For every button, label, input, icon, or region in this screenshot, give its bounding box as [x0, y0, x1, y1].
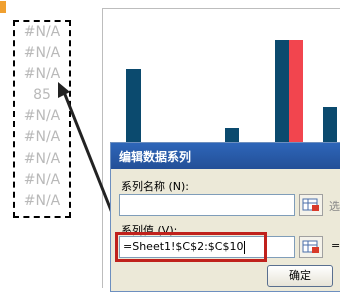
- series-name-label: 系列名称 (N):: [121, 180, 190, 193]
- series-name-preview: 选: [329, 200, 340, 213]
- series-name-range-picker[interactable]: [299, 194, 323, 216]
- copy-marquee: [13, 20, 71, 218]
- series-values-range-picker[interactable]: [299, 236, 323, 258]
- cell-edge-marker: [0, 1, 6, 13]
- dialog-titlebar[interactable]: 编辑数据系列: [111, 143, 340, 169]
- dialog-body: 系列名称 (N): 选 系列值 (V): =Sheet1!$C$2:$C$10 …: [111, 169, 340, 291]
- dialog-title: 编辑数据系列: [119, 150, 192, 164]
- edit-series-dialog[interactable]: 编辑数据系列 系列名称 (N): 选 系列值 (V): =Sheet1!$C$2…: [110, 142, 340, 292]
- series-values-preview: =: [331, 239, 340, 252]
- range-select-icon: [302, 198, 319, 211]
- range-select-icon: [302, 240, 319, 253]
- ok-button[interactable]: 确定: [267, 265, 333, 287]
- highlight-box: [115, 232, 267, 262]
- series-name-input[interactable]: [119, 194, 295, 216]
